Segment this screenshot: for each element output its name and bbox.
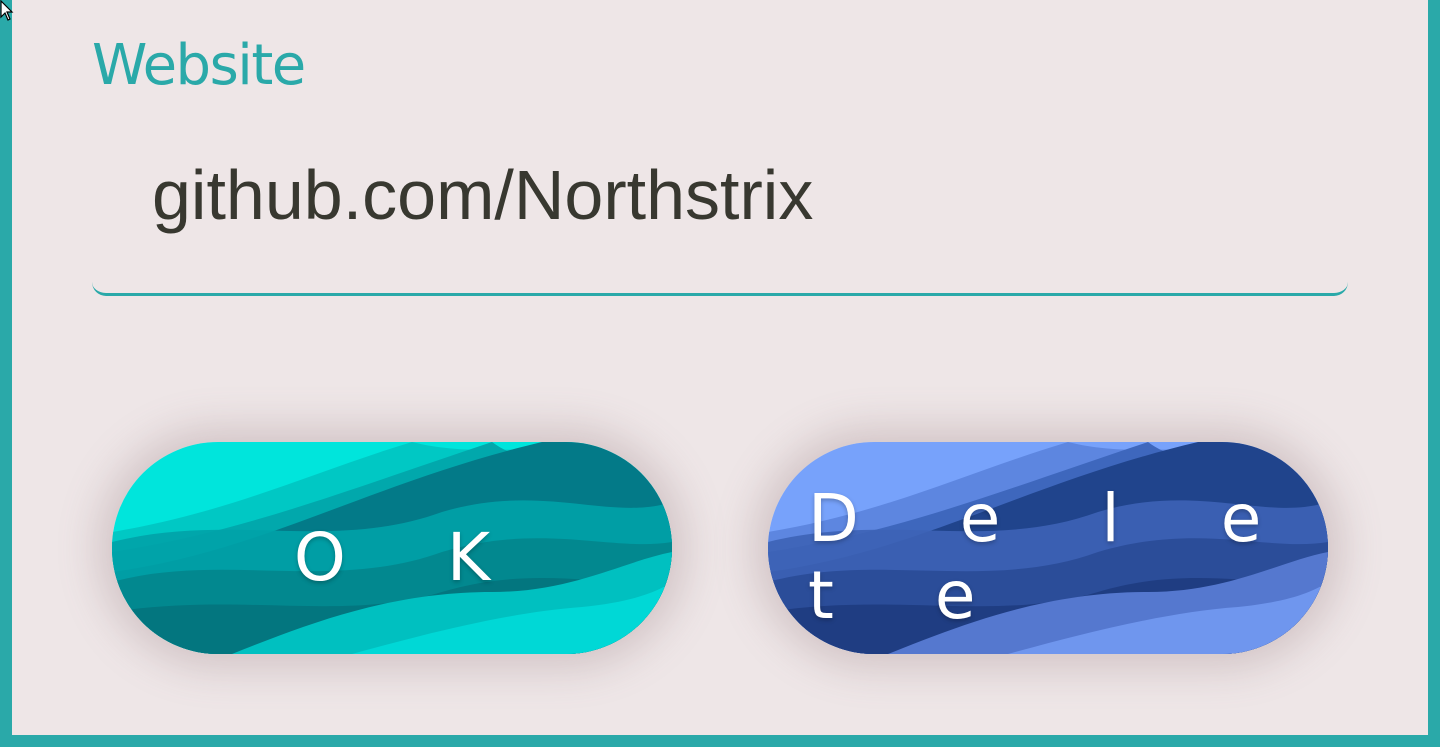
delete-button-label: D e l e t e bbox=[808, 480, 1302, 634]
website-label: Website bbox=[92, 33, 306, 98]
ok-button-label: O K bbox=[293, 518, 531, 596]
website-input-value[interactable]: github.com/Northstrix bbox=[152, 160, 813, 230]
form-panel: Website github.com/Northstrix O K D e l … bbox=[12, 0, 1428, 735]
delete-button[interactable]: D e l e t e bbox=[768, 442, 1328, 654]
mouse-pointer-icon bbox=[0, 0, 14, 21]
ok-button[interactable]: O K bbox=[112, 442, 672, 654]
